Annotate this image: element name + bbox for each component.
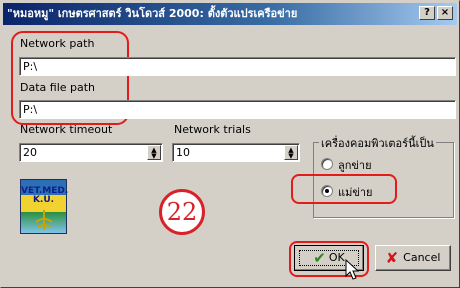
network-timeout-label: Network timeout	[20, 123, 113, 136]
network-timeout-stepper[interactable]: 20 ▲ ▼	[19, 143, 163, 162]
data-file-path-label: Data file path	[20, 81, 96, 94]
network-trials-label: Network trials	[174, 123, 251, 136]
highlight-server-option	[291, 174, 397, 204]
network-path-label: Network path	[20, 37, 95, 50]
help-button[interactable]: ?	[419, 6, 435, 20]
network-timeout-value: 20	[23, 146, 37, 159]
close-button[interactable]: ×	[437, 6, 453, 20]
vet-med-ku-logo: VET.MED. K.U.	[20, 179, 68, 234]
computer-role-group-title: เครื่องคอมพิวเตอร์นี้เป็น	[319, 134, 436, 152]
network-path-input[interactable]: P:\	[19, 57, 456, 76]
step-number-badge: 22	[159, 189, 205, 235]
network-trials-stepper[interactable]: 10 ▲ ▼	[172, 143, 300, 162]
mouse-cursor-icon	[345, 259, 359, 280]
spinner-arrows-icon[interactable]: ▲ ▼	[284, 145, 298, 160]
cancel-button[interactable]: ✘ Cancel	[375, 245, 451, 271]
radio-client-label[interactable]: ลูกข่าย	[338, 156, 372, 174]
radio-client[interactable]	[321, 158, 333, 170]
data-file-path-input[interactable]: P:\	[19, 100, 456, 119]
spinner-arrows-icon[interactable]: ▲ ▼	[147, 145, 161, 160]
x-icon: ✘	[385, 249, 399, 267]
title-bar: "หมอหมู" เกษตรศาสตร์ วินโดวส์ 2000: ตั้ง…	[3, 3, 457, 25]
network-trials-value: 10	[176, 146, 190, 159]
window-title: "หมอหมู" เกษตรศาสตร์ วินโดวส์ 2000: ตั้ง…	[7, 7, 298, 20]
cancel-button-label: Cancel	[403, 251, 441, 264]
dialog-window: "หมอหมู" เกษตรศาสตร์ วินโดวส์ 2000: ตั้ง…	[0, 0, 460, 288]
logo-emblem-icon	[35, 210, 53, 230]
